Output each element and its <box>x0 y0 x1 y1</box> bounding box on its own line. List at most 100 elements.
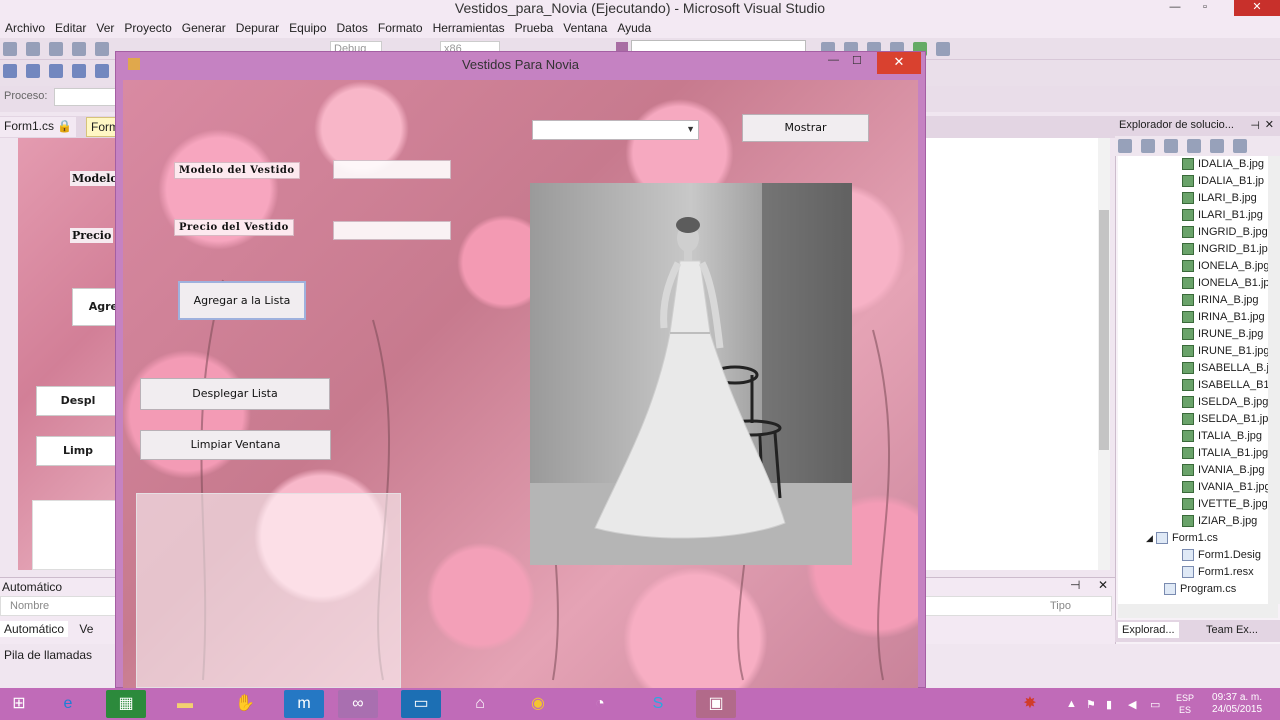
extension-icon[interactable] <box>936 42 951 56</box>
internet-explorer-icon[interactable]: e <box>48 690 88 718</box>
close-icon[interactable]: ✕ <box>1098 578 1108 592</box>
menu-equipo[interactable]: Equipo <box>284 18 331 38</box>
tree-item-image[interactable]: ISELDA_B1.jpg <box>1118 411 1268 428</box>
tray-arrow-icon[interactable]: ▲ <box>1066 698 1077 710</box>
mostrar-button[interactable]: Mostrar <box>742 114 869 142</box>
tree-item-image[interactable]: IONELA_B.jpg <box>1118 258 1268 275</box>
close-icon[interactable]: ✕ <box>1265 118 1274 131</box>
pin-icon[interactable]: ⊣ <box>1250 119 1260 132</box>
network-icon[interactable]: ▮ <box>1106 698 1112 711</box>
tree-item-image[interactable]: IONELA_B1.jpg <box>1118 275 1268 292</box>
tab-pila-llamadas[interactable]: Pila de llamadas <box>0 647 96 663</box>
menu-archivo[interactable]: Archivo <box>0 18 50 38</box>
tree-item-image[interactable]: IRINA_B.jpg <box>1118 292 1268 309</box>
tree-item-image[interactable]: ILARI_B.jpg <box>1118 190 1268 207</box>
tab-form1-cs[interactable]: Form1.cs 🔒 <box>0 117 77 137</box>
tree-item-form1cs[interactable]: ◢ Form1.cs <box>1118 530 1268 547</box>
properties-icon[interactable] <box>1118 139 1132 153</box>
home-icon[interactable]: ⌂ <box>460 690 500 718</box>
menu-prueba[interactable]: Prueba <box>510 18 559 38</box>
tree-item-image[interactable]: IDALIA_B.jpg <box>1118 156 1268 173</box>
column-nombre[interactable]: Nombre <box>10 600 49 612</box>
save-icon[interactable] <box>72 42 87 56</box>
tree-item-image[interactable]: INGRID_B1.jp <box>1118 241 1268 258</box>
tree-item-image[interactable]: IRINA_B1.jpg <box>1118 309 1268 326</box>
tree-item-image[interactable]: IVETTE_B.jpg <box>1118 496 1268 513</box>
class-diagram-icon[interactable] <box>1233 139 1248 153</box>
menu-ventana[interactable]: Ventana <box>558 18 612 38</box>
maximize-icon[interactable]: ☐ <box>852 54 862 67</box>
system-clock[interactable]: 09:37 a. m. 24/05/2015 <box>1212 692 1262 716</box>
pin-icon[interactable]: ⊣ <box>1070 578 1080 592</box>
show-all-files-icon[interactable] <box>1141 139 1156 153</box>
continue-icon[interactable] <box>3 64 17 78</box>
view-code-icon[interactable] <box>1187 139 1202 153</box>
tree-item-image[interactable]: IVANIA_B1.jpg <box>1118 479 1268 496</box>
close-button[interactable]: ✕ <box>877 52 921 74</box>
tree-item-image[interactable]: ISABELLA_B1 <box>1118 377 1268 394</box>
solution-tree-hscrollbar[interactable] <box>1118 604 1278 618</box>
tab-variables-locales[interactable]: Ve <box>75 621 97 637</box>
collapse-triangle-icon[interactable]: ◢ <box>1146 533 1153 543</box>
store-icon[interactable]: ▦ <box>106 690 146 718</box>
vs-minimize-button[interactable]: — <box>1160 0 1190 16</box>
tree-item-image[interactable]: ITALIA_B.jpg <box>1118 428 1268 445</box>
view-designer-icon[interactable] <box>1210 139 1225 153</box>
file-explorer-icon[interactable]: ▬ <box>165 690 205 718</box>
designer-scroll-thumb[interactable] <box>1099 210 1109 450</box>
chevron-down-icon[interactable]: ▼ <box>686 124 695 134</box>
minimize-icon[interactable]: — <box>828 54 839 66</box>
windows-start-icon[interactable]: ⊞ <box>4 690 34 718</box>
tree-item-image[interactable]: IZIAR_B.jpg <box>1118 513 1268 530</box>
pause-icon[interactable] <box>26 64 41 78</box>
add-item-icon[interactable] <box>26 42 41 56</box>
tab-solution-explorer[interactable]: Explorad... <box>1118 622 1179 638</box>
show-next-statement-icon[interactable] <box>95 64 110 78</box>
game-icon[interactable]: ✋ <box>225 690 265 718</box>
tree-item-image[interactable]: IRUNE_B.jpg <box>1118 326 1268 343</box>
column-tipo[interactable]: Tipo <box>1050 600 1071 612</box>
menu-depurar[interactable]: Depurar <box>231 18 284 38</box>
stop-icon[interactable] <box>49 64 64 78</box>
vestido-combobox[interactable]: ▼ <box>532 120 699 140</box>
new-project-icon[interactable] <box>3 42 17 56</box>
flag-icon[interactable]: ⚑ <box>1086 698 1096 711</box>
battery-icon[interactable]: ▭ <box>1150 698 1160 711</box>
security-icon[interactable]: ✸ <box>1010 690 1050 718</box>
solution-tree-vscrollbar[interactable] <box>1268 156 1280 604</box>
vs-maximize-button[interactable]: ▫ <box>1190 0 1220 16</box>
tree-item-image[interactable]: ISABELLA_B.j <box>1118 360 1268 377</box>
tree-item-image[interactable]: ITALIA_B1.jpg <box>1118 445 1268 462</box>
menu-herramientas[interactable]: Herramientas <box>428 18 510 38</box>
menu-formato[interactable]: Formato <box>373 18 428 38</box>
menu-generar[interactable]: Generar <box>177 18 231 38</box>
tree-item-form1-resx[interactable]: Form1.resx <box>1118 564 1268 581</box>
menu-datos[interactable]: Datos <box>332 18 373 38</box>
tree-item-image[interactable]: ISELDA_B.jpg <box>1118 394 1268 411</box>
vestidos-listbox[interactable] <box>136 493 401 688</box>
designer-btn-desplegar[interactable]: Despl <box>36 386 120 416</box>
maxthon-icon[interactable]: m <box>284 690 324 718</box>
chrome-icon[interactable]: ◉ <box>518 690 558 718</box>
volume-icon[interactable]: ◀ <box>1128 698 1136 711</box>
tree-item-image[interactable]: INGRID_B.jpg <box>1118 224 1268 241</box>
tab-automatico[interactable]: Automático <box>0 621 69 637</box>
desplegar-lista-button[interactable]: Desplegar Lista <box>140 378 330 410</box>
open-folder-icon[interactable] <box>49 42 64 56</box>
menu-editar[interactable]: Editar <box>50 18 91 38</box>
lenovo-icon[interactable]: ▭ <box>401 690 441 718</box>
refresh-icon[interactable] <box>1164 139 1179 153</box>
app-window-taskbar-icon[interactable]: ▣ <box>696 690 736 718</box>
precio-input[interactable] <box>333 221 451 240</box>
network-app-icon[interactable]: ◔ <box>580 690 620 718</box>
tree-item-form1-designer[interactable]: Form1.Desig <box>1118 547 1268 564</box>
agregar-lista-button[interactable]: Agregar a la Lista <box>178 281 306 320</box>
tree-item-image[interactable]: IRUNE_B1.jpg <box>1118 343 1268 360</box>
limpiar-ventana-button[interactable]: Limpiar Ventana <box>140 430 331 460</box>
modelo-input[interactable] <box>333 160 451 179</box>
designer-btn-limpiar[interactable]: Limp <box>36 436 120 466</box>
proceso-dropdown[interactable] <box>54 88 116 106</box>
visual-studio-icon[interactable]: ∞ <box>338 690 378 718</box>
language-indicator[interactable]: ESP ES <box>1176 692 1194 716</box>
menu-ayuda[interactable]: Ayuda <box>612 18 656 38</box>
